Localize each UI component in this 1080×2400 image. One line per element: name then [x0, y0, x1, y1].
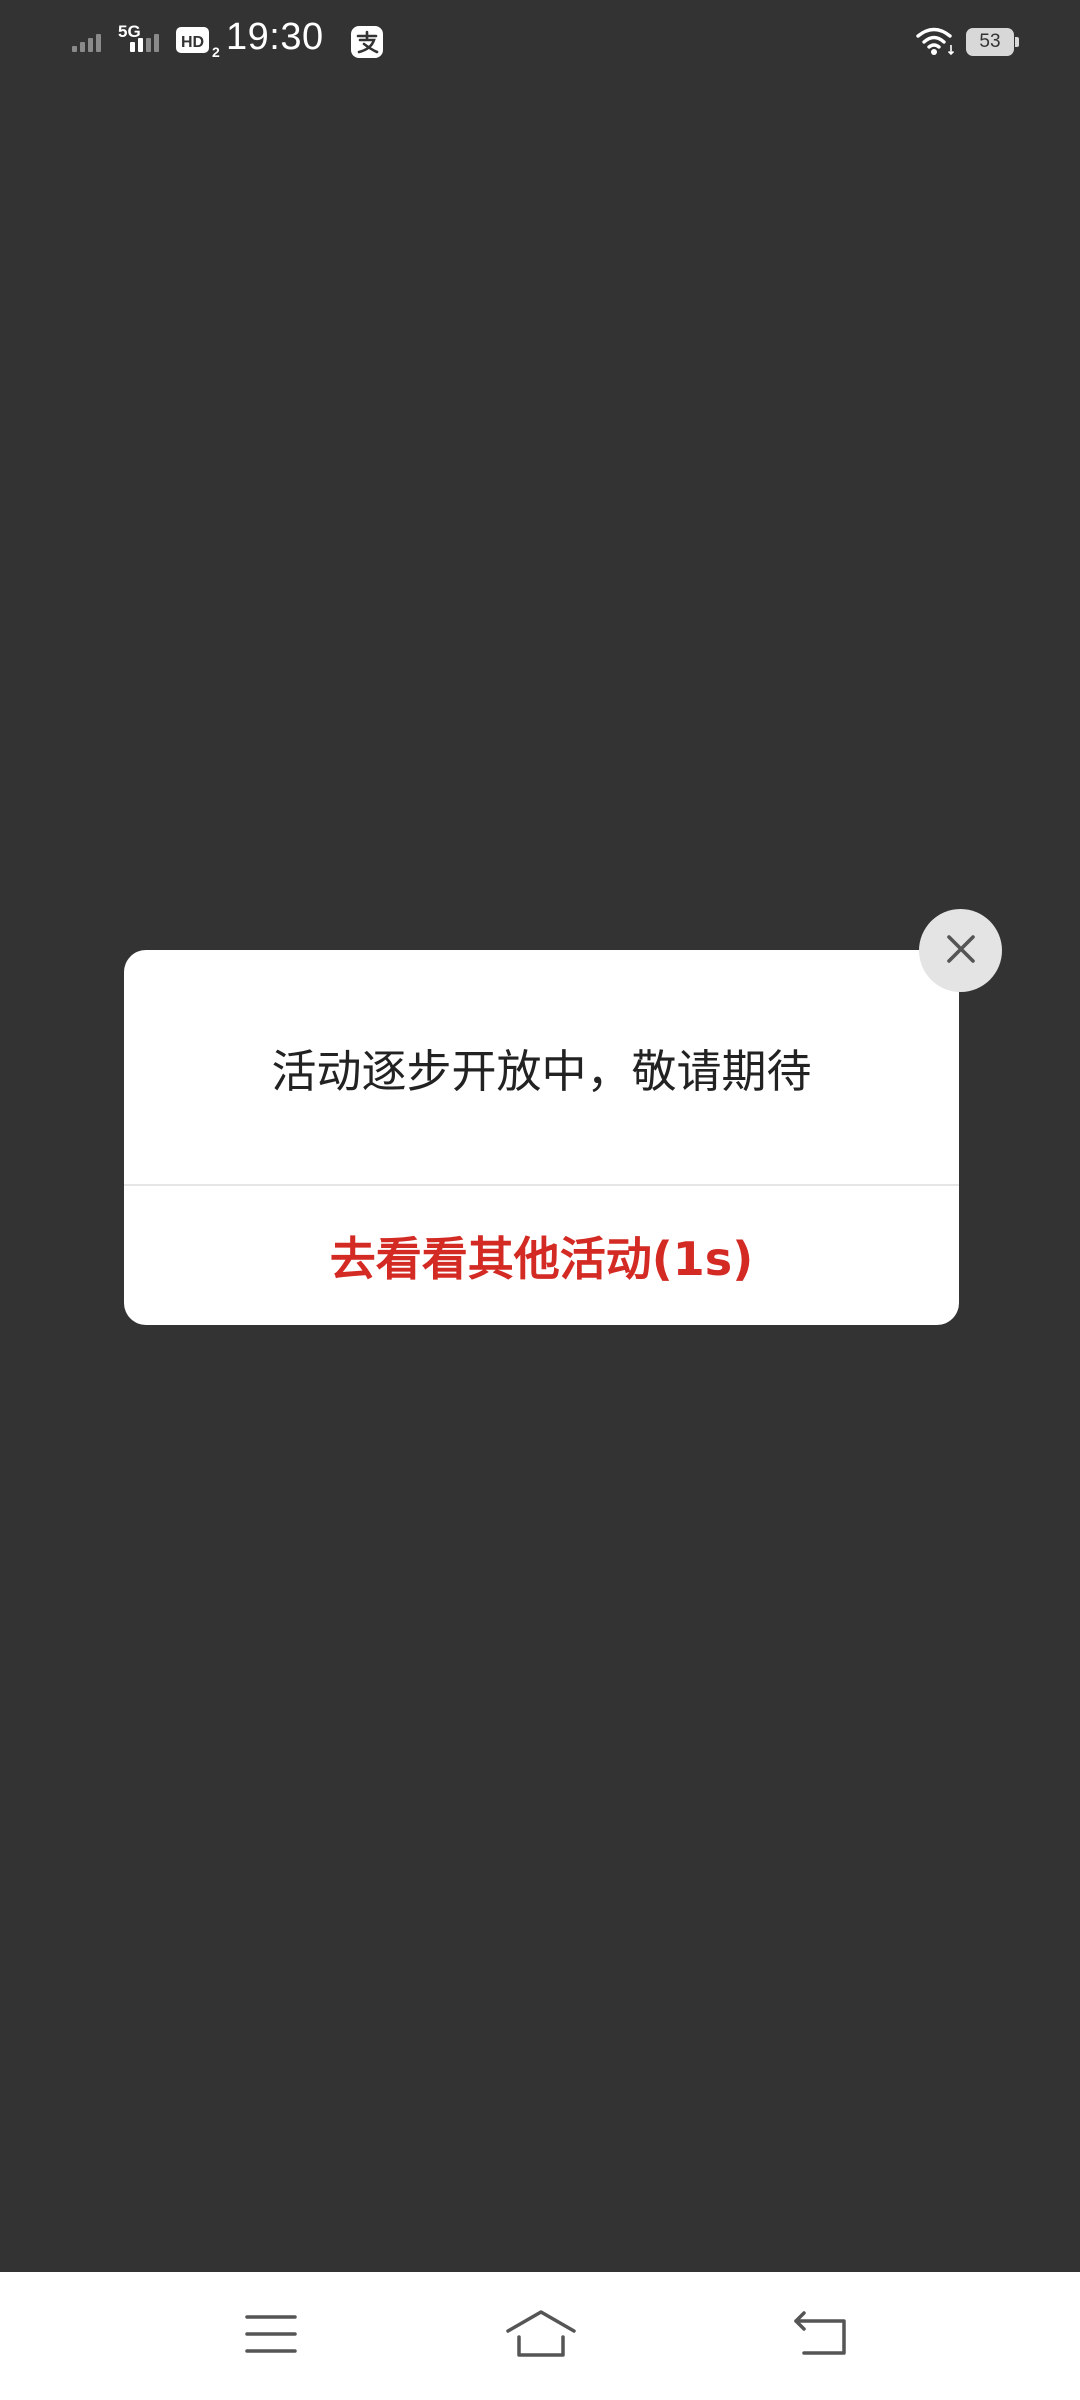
wifi-icon — [916, 25, 956, 61]
nav-menu-button[interactable] — [191, 2272, 351, 2400]
close-dialog-button[interactable] — [919, 909, 1002, 992]
home-icon — [504, 2307, 578, 2365]
alipay-icon — [350, 25, 384, 63]
clock: 19:30 — [226, 16, 324, 58]
nav-home-button[interactable] — [461, 2272, 621, 2400]
svg-text:2: 2 — [212, 44, 220, 59]
battery-level-label: 53 — [979, 31, 1001, 52]
navigation-bar — [0, 2272, 1080, 2400]
close-icon — [943, 931, 979, 971]
nav-back-button[interactable] — [742, 2272, 902, 2400]
dialog-message: 活动逐步开放中，敬请期待 — [271, 1045, 812, 1098]
view-other-activities-button[interactable]: 去看看其他活动(1s) — [124, 1186, 959, 1325]
status-bar: 5G HD 2 19:30 53 — [0, 0, 1080, 86]
signal-icon — [130, 24, 168, 58]
back-icon — [792, 2309, 852, 2363]
signal-icon — [72, 24, 110, 58]
hd-icon: HD 2 — [175, 25, 223, 63]
battery-icon: 53 — [966, 28, 1019, 56]
svg-text:HD: HD — [181, 34, 204, 51]
menu-icon — [243, 2311, 299, 2361]
activity-dialog: 活动逐步开放中，敬请期待 去看看其他活动(1s) — [124, 950, 959, 1325]
